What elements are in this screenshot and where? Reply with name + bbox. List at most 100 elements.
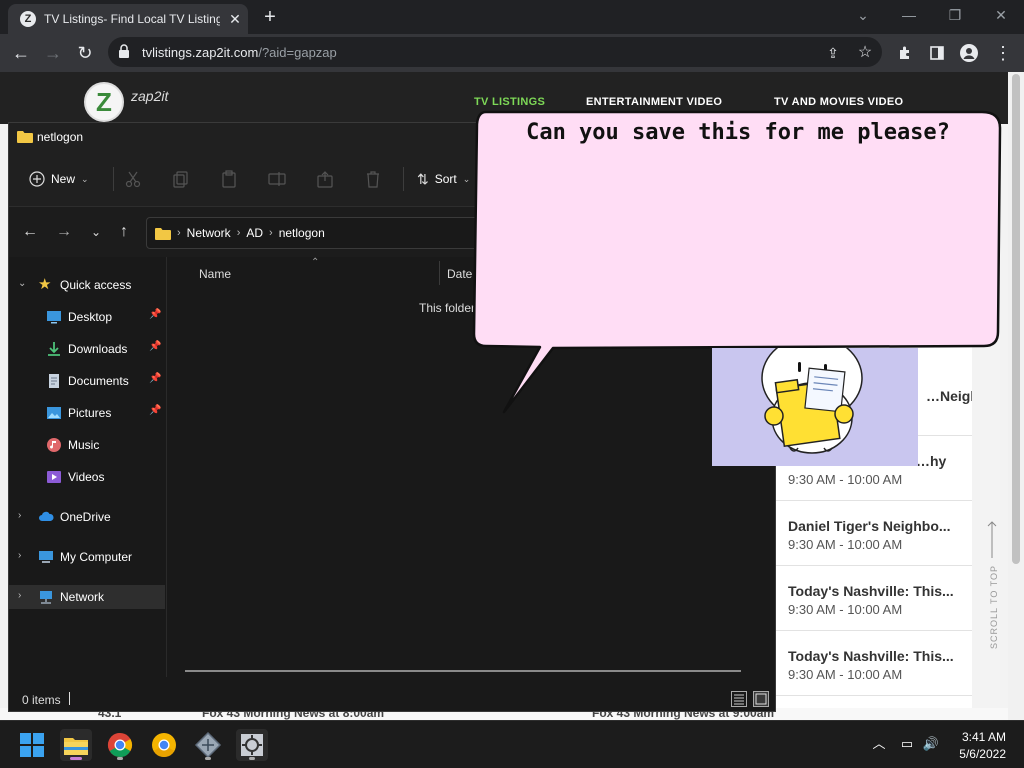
taskbar-chrome[interactable]: [104, 729, 136, 761]
clock-time[interactable]: 3:41 AM: [940, 730, 1006, 744]
nav-pictures[interactable]: Pictures 📌: [9, 401, 165, 425]
nav-label: Pictures: [68, 406, 112, 420]
side-panel-icon[interactable]: [924, 40, 950, 66]
forward-arrow-icon[interactable]: →: [40, 40, 66, 66]
close-window-button[interactable]: ✕: [986, 4, 1016, 26]
delete-icon[interactable]: [363, 169, 383, 189]
nav-desktop[interactable]: Desktop 📌: [9, 305, 165, 329]
desktop-icon: [47, 311, 61, 324]
taskbar-file-explorer[interactable]: [60, 729, 92, 761]
listing-item[interactable]: Today's Nashville: This... 9:30 AM - 10:…: [776, 567, 972, 631]
nav-downloads[interactable]: Downloads 📌: [9, 337, 165, 361]
restore-button[interactable]: ❐: [940, 4, 970, 26]
chevron-right-icon[interactable]: ›: [18, 550, 21, 561]
reload-icon[interactable]: ↻: [72, 40, 98, 66]
chrome-canary-icon: [152, 733, 176, 758]
back-arrow-icon[interactable]: ←: [8, 40, 34, 66]
taskbar-app-gear[interactable]: [236, 729, 268, 761]
new-tab-button[interactable]: +: [258, 6, 282, 30]
extensions-icon[interactable]: [892, 40, 918, 66]
running-indicator: [249, 757, 255, 760]
volume-icon[interactable]: 🔊: [922, 735, 940, 753]
clock-date[interactable]: 5/6/2022: [940, 747, 1006, 761]
up-arrow-icon[interactable]: ↑: [113, 221, 135, 243]
forward-arrow-icon[interactable]: →: [53, 221, 75, 243]
logo-text[interactable]: zap2it: [131, 88, 168, 104]
page-scrollbar[interactable]: [1008, 72, 1024, 720]
documents-icon: [49, 374, 59, 388]
share-icon[interactable]: [315, 169, 335, 189]
browser-tab-active[interactable]: Z TV Listings- Find Local TV Listing ✕: [8, 4, 248, 34]
listing-time: 9:30 AM - 10:00 AM: [788, 472, 903, 487]
nav-network[interactable]: › Network: [9, 585, 165, 609]
show-hidden-icons-chevron-icon[interactable]: ︿: [870, 735, 888, 753]
sort-button[interactable]: ⇅ Sort ⌄: [417, 169, 470, 189]
display-icon[interactable]: ▭: [898, 735, 916, 753]
breadcrumb-netlogon[interactable]: netlogon: [279, 226, 325, 240]
chevron-right-icon[interactable]: ›: [18, 590, 21, 601]
menu-kebab-icon[interactable]: ⋮: [990, 40, 1016, 66]
nav-music[interactable]: Music: [9, 433, 165, 457]
cut-icon[interactable]: [123, 169, 143, 189]
status-divider: [69, 692, 70, 705]
nav-label: Documents: [68, 374, 129, 388]
recent-locations-chevron-icon[interactable]: ⌄: [85, 221, 107, 243]
minimize-button[interactable]: —: [894, 4, 924, 26]
scroll-to-top-label[interactable]: SCROLL TO TOP: [989, 565, 999, 649]
rename-icon[interactable]: [267, 169, 287, 189]
nav-onedrive[interactable]: › OneDrive: [9, 505, 165, 529]
nav-label: Videos: [68, 470, 105, 484]
bookmark-star-icon[interactable]: ☆: [852, 40, 878, 66]
listing-item[interactable]: Today's Nashville: This... 9:30 AM - 10:…: [776, 632, 972, 696]
nav-my-computer[interactable]: › My Computer: [9, 545, 165, 569]
taskbar-chrome-canary[interactable]: [148, 729, 180, 761]
paste-icon[interactable]: [219, 169, 239, 189]
nav-label: Quick access: [60, 278, 132, 292]
start-button[interactable]: [16, 729, 48, 761]
details-view-icon[interactable]: [731, 691, 747, 707]
tab-search-icon[interactable]: ⌄: [848, 4, 878, 26]
zap2it-logo[interactable]: Z: [84, 82, 124, 122]
nav-quick-access[interactable]: ⌄ ★ Quick access: [9, 273, 165, 297]
start-icon: [20, 733, 44, 757]
arrow-up-icon[interactable]: [986, 520, 998, 560]
sort-icon: ⇅: [417, 170, 429, 187]
nav-label: Network: [60, 590, 105, 604]
large-icons-view-icon[interactable]: [753, 691, 769, 707]
listing-time: 9:30 AM - 10:00 AM: [788, 667, 903, 682]
breadcrumb-network[interactable]: Network: [187, 226, 231, 240]
pin-icon[interactable]: 📌: [149, 341, 161, 355]
copy-icon[interactable]: [171, 169, 191, 189]
nav-label: OneDrive: [60, 510, 111, 524]
pin-icon[interactable]: 📌: [149, 309, 161, 323]
breadcrumb-ad[interactable]: AD: [246, 226, 263, 240]
chevron-right-icon: ›: [236, 227, 241, 239]
chevron-right-icon: ›: [269, 227, 273, 239]
chevron-right-icon[interactable]: ›: [18, 510, 21, 521]
horizontal-scrollbar[interactable]: [185, 670, 741, 672]
scrollbar-thumb[interactable]: [1012, 74, 1020, 564]
url-path: /?aid=gapzap: [258, 45, 337, 60]
taskbar-app-diamond[interactable]: [192, 729, 224, 761]
new-button[interactable]: New ⌄: [29, 169, 89, 189]
url-text[interactable]: tvlistings.zap2it.com/?aid=gapzap: [142, 45, 337, 60]
share-icon[interactable]: ⇪: [820, 40, 846, 66]
empty-folder-message: This folder: [419, 301, 476, 315]
listing-item[interactable]: Daniel Tiger's Neighbo... 9:30 AM - 10:0…: [776, 502, 972, 566]
column-divider[interactable]: [439, 261, 440, 285]
lock-icon[interactable]: [118, 44, 130, 58]
explorer-title: netlogon: [37, 130, 84, 144]
address-bar[interactable]: tvlistings.zap2it.com/?aid=gapzap: [108, 37, 882, 67]
pin-icon[interactable]: 📌: [149, 405, 161, 419]
column-header-name[interactable]: Name: [199, 267, 231, 281]
profile-avatar-icon[interactable]: [956, 40, 982, 66]
mascot-panel: [712, 348, 918, 466]
sort-caret-icon: ⌃: [311, 257, 320, 268]
back-arrow-icon[interactable]: ←: [19, 221, 41, 243]
browser-toolbar: ← → ↻ tvlistings.zap2it.com/?aid=gapzap …: [0, 34, 1024, 72]
chevron-down-icon[interactable]: ⌄: [18, 278, 26, 289]
tab-close-icon[interactable]: ✕: [226, 10, 244, 28]
pin-icon[interactable]: 📌: [149, 373, 161, 387]
nav-documents[interactable]: Documents 📌: [9, 369, 165, 393]
nav-videos[interactable]: Videos: [9, 465, 165, 489]
